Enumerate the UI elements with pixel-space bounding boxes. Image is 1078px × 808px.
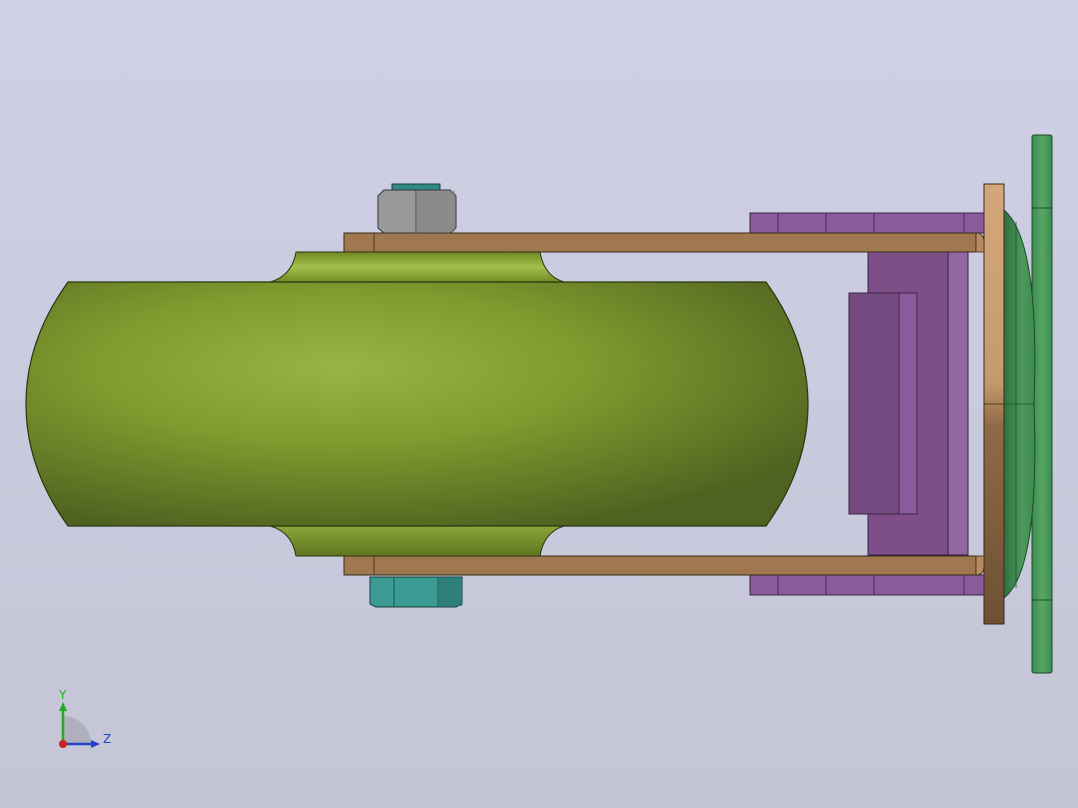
fork-arm-top[interactable] [343,232,985,253]
model-scene[interactable] [0,0,1078,808]
mounting-plate[interactable] [1031,134,1053,674]
fork-arm-bottom[interactable] [343,555,985,576]
wheel-tire[interactable] [25,281,809,527]
origin-icon [59,740,67,748]
triad-plane-icon [63,716,91,744]
fork-top-plate[interactable] [983,183,1005,625]
z-axis-label: Z [103,732,111,746]
axle-nut-bottom[interactable] [369,576,463,608]
brake-pad[interactable] [848,292,918,515]
wheel-hub-bottom[interactable] [269,525,565,557]
y-axis-label: Y [58,688,67,702]
orientation-triad[interactable]: Y Z [50,684,120,754]
graphics-viewport[interactable]: Y Z [0,0,1078,808]
wheel-hub-top[interactable] [269,251,565,283]
axle-nut-top[interactable] [377,183,457,234]
swivel-dome[interactable] [1003,208,1036,600]
